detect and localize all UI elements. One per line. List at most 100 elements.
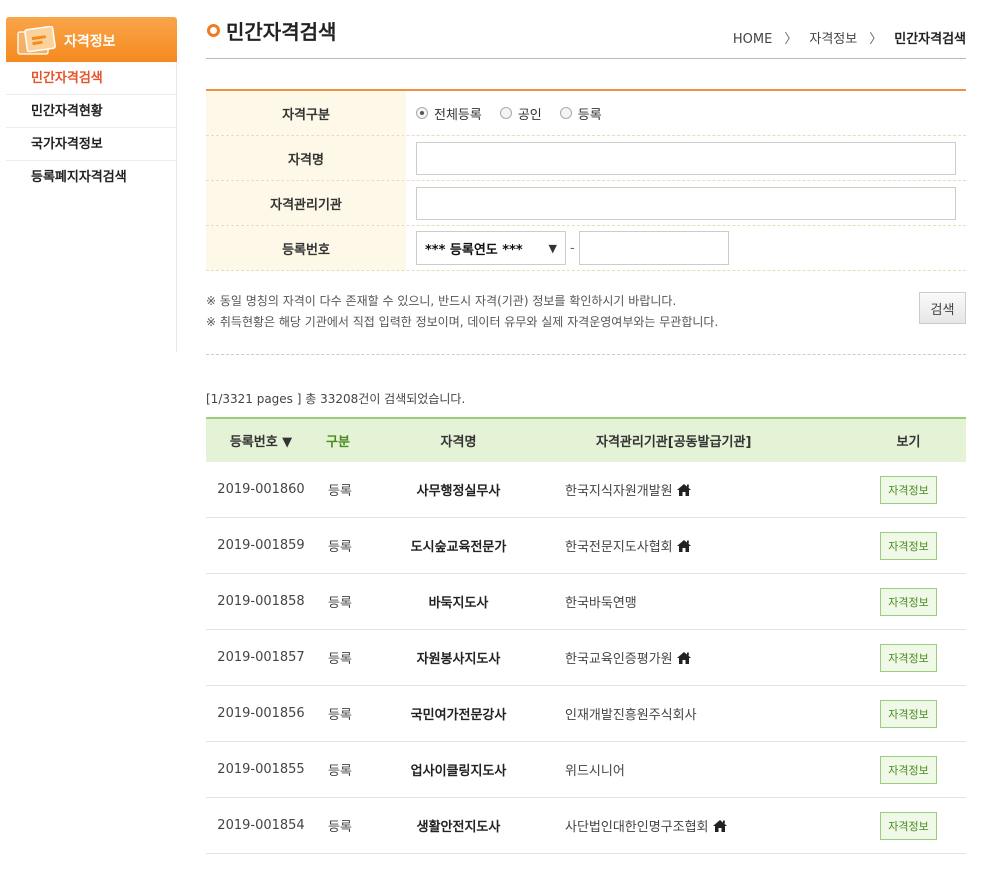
regno-input[interactable] [578,231,729,265]
folder-icon [17,26,56,55]
regno-label: 등록번호 [206,226,406,270]
radio-checked-icon [416,107,428,119]
qualification-info-button[interactable]: 자격정보 [880,755,937,784]
cell-name: 도시숲교육전문가 [410,540,507,555]
organization-input[interactable] [416,186,956,220]
cell-regno: 2019-001857 [217,650,305,665]
col-view: 보기 [896,435,921,450]
cell-type: 등록 [328,484,352,499]
home-icon[interactable] [676,652,691,664]
cell-view: 자격정보 [851,811,966,840]
results-table: 등록번호 ▼ 구분 자격명 자격관리기관[공동발급기관] 보기 2019-001… [206,417,966,854]
form-row-org: 자격관리기관 [206,181,966,226]
cell-org: 사단법인대한인명구조협회 [551,816,851,835]
home-icon[interactable] [712,820,727,832]
cell-name: 업사이클링지도사 [410,764,507,779]
qualification-info-button[interactable]: 자격정보 [880,699,937,728]
cell-type: 등록 [328,540,352,555]
form-row-regno: 등록번호 *** 등록연도 *** ▼ - [206,226,966,271]
cell-regno: 2019-001856 [217,706,305,721]
chevron-right-icon: 〉 [869,32,883,47]
cell-org: 인재개발진흥원주식회사 [565,708,697,723]
breadcrumb-home[interactable]: HOME [733,32,772,47]
cell-view: 자격정보 [851,531,966,560]
cell-name: 국민여가전문강사 [410,708,507,723]
cell-name: 자원봉사지도사 [416,652,501,667]
home-icon[interactable] [676,540,691,552]
col-type: 구분 [326,435,350,450]
cell-regno: 2019-001859 [217,538,305,553]
breadcrumb-section[interactable]: 자격정보 [809,32,857,47]
table-row: 2019-001858 등록 바둑지도사 한국바둑연맹 자격정보 [206,574,966,630]
divider [206,354,966,355]
page-title: 민간자격검색 [206,16,336,45]
table-row: 2019-001854 등록 생활안전지도사 사단법인대한인명구조협회 자격정보 [206,798,966,854]
form-row-type: 자격구분 전체등록 공인 등록 [206,91,966,136]
result-summary: [1/3321 pages ] 총 33208건이 검색되었습니다. [206,392,466,406]
radio-registered[interactable]: 등록 [559,104,602,123]
radio-unchecked-icon [559,107,572,119]
cell-org: 위드시니어 [565,764,625,779]
cell-view: 자격정보 [851,699,966,728]
col-org: 자격관리기관[공동발급기관] [596,435,752,450]
search-notes: ※ 동일 명칭의 자격이 다수 존재할 수 있으니, 반드시 자격(기관) 정보… [206,294,719,329]
cell-regno: 2019-001855 [217,762,305,777]
year-select[interactable]: *** 등록연도 *** ▼ [416,231,566,265]
home-icon[interactable] [676,484,691,496]
sidebar-menu: 민간자격검색 민간자격현황 국가자격정보 등록폐지자격검색 [6,62,177,352]
qualification-info-button[interactable]: 자격정보 [880,643,937,672]
qualification-info-button[interactable]: 자격정보 [880,531,937,560]
cell-type: 등록 [328,708,352,723]
cell-org: 한국교육인증평가원 [551,648,851,667]
cell-type: 등록 [328,596,352,611]
cell-type: 등록 [328,764,352,779]
sidebar-item-private-status[interactable]: 민간자격현황 [6,95,176,128]
qualification-info-button[interactable]: 자격정보 [880,587,937,616]
cell-name: 생활안전지도사 [416,820,501,835]
sidebar: 자격정보 민간자격검색 민간자격현황 국가자격정보 등록폐지자격검색 [6,17,177,352]
page-header: 민간자격검색 HOME 〉 자격정보 〉 민간자격검색 [206,12,966,59]
form-row-name: 자격명 [206,136,966,181]
search-button[interactable]: 검색 [919,292,966,324]
search-form: 자격구분 전체등록 공인 등록 자격명 자격관리기관 등록번호 *** 등록연도… [206,89,966,271]
sidebar-item-national-info[interactable]: 국가자격정보 [6,128,176,161]
breadcrumb: HOME 〉 자격정보 〉 민간자격검색 [733,28,966,47]
cell-name: 바둑지도사 [428,596,489,611]
sidebar-item-private-search[interactable]: 민간자격검색 [6,62,176,95]
sidebar-item-abolished-search[interactable]: 등록폐지자격검색 [6,161,176,194]
cell-regno: 2019-001858 [217,594,305,609]
org-label: 자격관리기관 [206,181,406,225]
cell-name: 사무행정실무사 [416,484,501,499]
cell-view: 자격정보 [851,587,966,616]
table-body: 2019-001860 등록 사무행정실무사 한국지식자원개발원 자격정보 2019-00… [206,462,966,854]
table-row: 2019-001860 등록 사무행정실무사 한국지식자원개발원 자격정보 [206,462,966,518]
caret-down-icon: ▼ [548,241,557,255]
cell-type: 등록 [328,820,352,835]
cell-view: 자격정보 [851,643,966,672]
cell-org: 한국바둑연맹 [565,596,637,611]
col-regno[interactable]: 등록번호 ▼ [206,431,316,450]
table-header: 등록번호 ▼ 구분 자격명 자격관리기관[공동발급기관] 보기 [206,417,966,462]
radio-unchecked-icon [499,107,512,119]
cell-org: 한국지식자원개발원 [551,480,851,499]
sidebar-title: 자격정보 [64,34,116,50]
table-row: 2019-001857 등록 자원봉사지도사 한국교육인증평가원 자격정보 [206,630,966,686]
table-row: 2019-001859 등록 도시숲교육전문가 한국전문지도사협회 자격정보 [206,518,966,574]
cell-type: 등록 [328,652,352,667]
cell-regno: 2019-001860 [217,482,305,497]
chevron-right-icon: 〉 [784,32,798,47]
breadcrumb-current: 민간자격검색 [894,32,966,47]
radio-all-registered[interactable]: 전체등록 [416,104,482,123]
type-label: 자격구분 [206,91,406,135]
cell-view: 자격정보 [851,475,966,504]
qualification-info-button[interactable]: 자격정보 [880,811,937,840]
cell-regno: 2019-001854 [217,818,305,833]
table-row: 2019-001855 등록 업사이클링지도사 위드시니어 자격정보 [206,742,966,798]
sidebar-header: 자격정보 [6,17,177,62]
name-label: 자격명 [206,136,406,180]
radio-certified[interactable]: 공인 [499,104,542,123]
qualification-name-input[interactable] [416,141,956,175]
cell-org: 한국전문지도사협회 [551,536,851,555]
qualification-info-button[interactable]: 자격정보 [880,475,937,504]
title-bullet-icon [207,24,220,37]
